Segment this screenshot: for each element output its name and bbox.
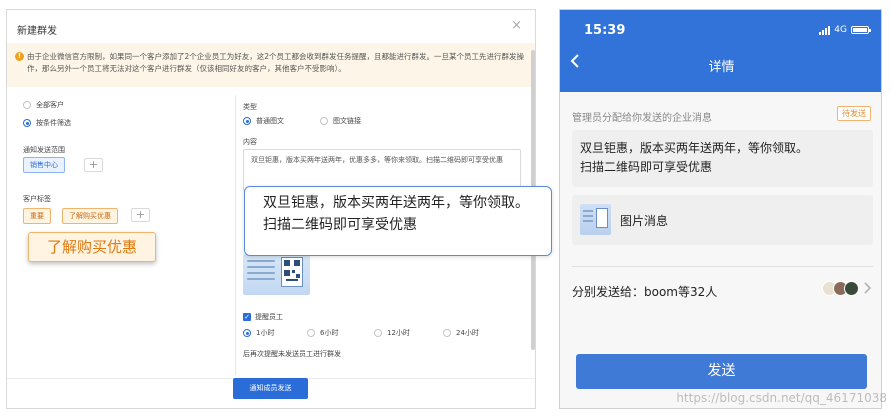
- watermark-text: https://blog.csdn.net/qq_46171038: [676, 391, 887, 405]
- radio-remind-1h[interactable]: 1小时: [243, 328, 274, 338]
- remind-hint: 后再次提醒未发送员工进行群发: [243, 350, 341, 358]
- recipients-summary[interactable]: 分别发送给：boom等32人: [572, 283, 717, 300]
- network-type: 4G: [834, 25, 847, 35]
- radio-remind-24h[interactable]: 24小时: [443, 328, 479, 338]
- bubble-line: 双旦钜惠，版本买两年送两年，等你领取。: [263, 195, 529, 211]
- phone-screen: 15:39 4G 详情 管理员分配给你发送的企业消息 待发送 双旦钜惠，版本买两…: [559, 9, 882, 409]
- radio-filter-customers[interactable]: 按条件筛选: [23, 118, 71, 128]
- radio-label: 1小时: [256, 329, 275, 337]
- radio-all-customers[interactable]: 全部客户: [23, 100, 64, 110]
- customer-tags-label: 客户标签: [23, 195, 51, 203]
- add-scope-button[interactable]: +: [84, 158, 103, 172]
- send-button[interactable]: 发送: [576, 354, 867, 389]
- status-bar-right: 4G: [819, 25, 871, 35]
- chevron-right-icon[interactable]: [863, 282, 871, 294]
- phone-body: 管理员分配给你发送的企业消息 待发送 双旦钜惠，版本买两年送两年，等你领取。 扫…: [560, 92, 881, 408]
- checkbox-label: 提醒员工: [255, 313, 283, 321]
- scope-label: 通知发送范围: [23, 146, 65, 154]
- qr-code-icon: [596, 208, 608, 228]
- message-line: 扫描二维码即可享受优惠: [580, 160, 713, 174]
- column-divider: [235, 95, 236, 375]
- radio-dot-selected: [243, 329, 251, 337]
- scope-tag[interactable]: 销售中心: [23, 157, 65, 173]
- radio-label: 按条件筛选: [36, 119, 71, 127]
- qr-image-thumbnail[interactable]: [243, 254, 310, 295]
- radio-label: 12小时: [387, 329, 410, 337]
- divider: [572, 266, 873, 267]
- radio-dot-selected: [23, 119, 31, 127]
- message-line: 双旦钜惠，版本买两年送两年，等你领取。: [580, 141, 809, 155]
- qr-code-icon: [281, 257, 303, 287]
- recipient-avatars[interactable]: [822, 281, 859, 296]
- screenshot-stage: 新建群发 × ! 由于企业微信官方限制，如果同一个客户添加了2个企业员工为好友，…: [0, 0, 891, 418]
- radio-type-plain[interactable]: 普通图文: [243, 116, 284, 126]
- image-message-card[interactable]: 图片消息: [572, 195, 873, 245]
- image-message-label: 图片消息: [620, 214, 669, 228]
- warning-icon: !: [15, 52, 24, 61]
- content-textarea[interactable]: 双旦钜惠，版本买两年送两年，优惠多多，等你来领取。扫描二维码即可享受优惠: [243, 149, 521, 191]
- status-badge: 待发送: [837, 106, 871, 121]
- customer-tag[interactable]: 重要: [23, 208, 51, 224]
- bubble-line: 扫描二维码即可享受优惠: [263, 217, 417, 233]
- type-label: 类型: [243, 103, 257, 111]
- signal-icon: [819, 25, 831, 35]
- thumb-line: [583, 215, 593, 217]
- notify-members-send-button[interactable]: 通知成员发送: [233, 378, 308, 399]
- remind-staff-checkbox[interactable]: ✓ 提醒员工: [243, 312, 283, 322]
- image-thumbnail: [580, 204, 611, 235]
- notice-banner: ! 由于企业微信官方限制，如果同一个客户添加了2个企业员工为好友，这2个员工都会…: [7, 43, 535, 87]
- customer-tag[interactable]: 了解购买优惠: [62, 208, 118, 224]
- page-title: 详情: [708, 60, 735, 75]
- content-zoom-bubble: 双旦钜惠，版本买两年送两年，等你领取。 扫描二维码即可享受优惠: [244, 186, 552, 256]
- radio-label: 24小时: [456, 329, 479, 337]
- radio-label: 全部客户: [36, 101, 64, 109]
- radio-dot: [443, 329, 451, 337]
- message-subheading: 管理员分配给你发送的企业消息: [572, 113, 712, 124]
- thumbnail-text-lines: [247, 260, 275, 286]
- radio-remind-12h[interactable]: 12小时: [374, 328, 410, 338]
- radio-label: 普通图文: [256, 117, 284, 125]
- radio-type-link[interactable]: 图文链接: [320, 116, 361, 126]
- thumb-line: [583, 210, 593, 212]
- content-label: 内容: [243, 138, 257, 146]
- close-icon[interactable]: ×: [511, 18, 522, 33]
- radio-dot: [320, 117, 328, 125]
- text-message-card: 双旦钜惠，版本买两年送两年，等你领取。 扫描二维码即可享受优惠: [572, 130, 873, 187]
- thumb-line: [583, 220, 593, 222]
- avatar: [844, 281, 859, 296]
- radio-dot: [374, 329, 382, 337]
- notice-text: 由于企业微信官方限制，如果同一个客户添加了2个企业员工为好友，这2个员工都会收到…: [27, 52, 525, 73]
- check-icon: ✓: [243, 313, 251, 321]
- dialog-title: 新建群发: [17, 26, 57, 37]
- highlighted-tag-callout: 了解购买优惠: [28, 232, 156, 262]
- radio-label: 6小时: [320, 329, 339, 337]
- radio-dot: [23, 101, 31, 109]
- status-time: 15:39: [584, 23, 626, 38]
- phone-header: 15:39 4G 详情: [560, 10, 881, 92]
- radio-dot: [307, 329, 315, 337]
- radio-dot-selected: [243, 117, 251, 125]
- radio-remind-6h[interactable]: 6小时: [307, 328, 338, 338]
- radio-label: 图文链接: [333, 117, 361, 125]
- battery-icon: [851, 26, 871, 34]
- add-tag-button[interactable]: +: [131, 208, 150, 222]
